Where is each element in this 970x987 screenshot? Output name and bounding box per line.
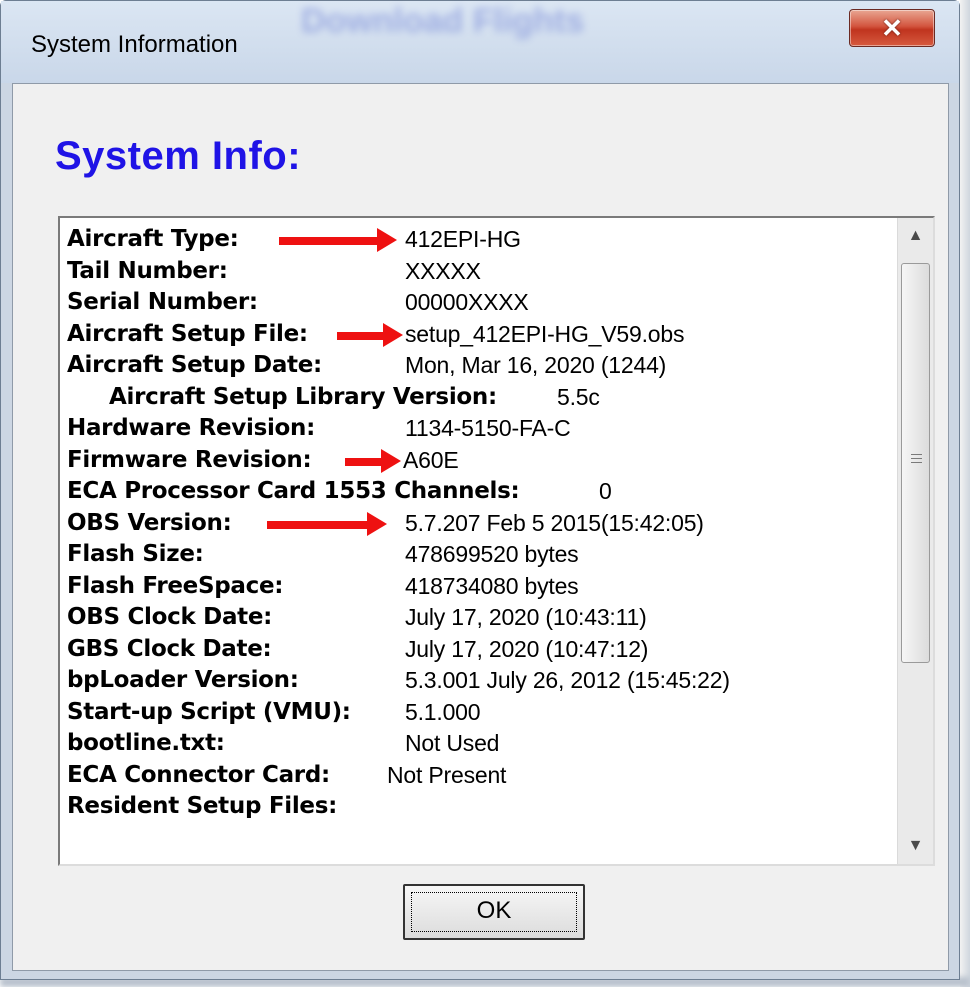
ok-button-label: OK — [476, 897, 512, 924]
info-row-label: Serial Number: — [67, 289, 258, 315]
info-row-value: 5.1.000 — [405, 698, 481, 725]
info-row-label: OBS Version: — [67, 509, 232, 536]
system-info-list: Aircraft Type: 412EPI-HG Tail Number: XXXXX… — [67, 226, 887, 825]
info-row: Tail Number: XXXXX — [67, 258, 887, 290]
info-row-label: Aircraft Setup Library Version: — [109, 383, 497, 410]
info-row-value: 418734080 bytes — [405, 572, 579, 599]
ok-button[interactable]: OK — [403, 884, 585, 940]
info-row-value: 0 — [599, 478, 612, 504]
info-row-label: ECA Processor Card 1553 Channels: — [67, 478, 520, 504]
background-window-title: Download Flights — [301, 2, 585, 40]
dialog-client-area: System Info: Aircraft Type: 412EPI-HG Tail… — [12, 83, 949, 971]
red-arrow-icon — [345, 448, 401, 473]
title-bar: Download Flights System Information ✕ — [1, 1, 959, 83]
info-row: Flash Size: 478699520 bytes — [67, 541, 887, 573]
red-arrow-icon — [337, 322, 403, 347]
info-row: Flash FreeSpace: 418734080 bytes — [67, 573, 887, 605]
info-row-value: July 17, 2020 (10:47:12) — [405, 635, 649, 662]
info-row: bpLoader Version: 5.3.001 July 26, 2012 (… — [67, 667, 887, 699]
info-row-label: Hardware Revision: — [67, 415, 316, 441]
info-row-value: Not Present — [387, 761, 507, 788]
info-row: bootline.txt: Not Used — [67, 730, 887, 762]
info-row-label: bootline.txt: — [67, 730, 225, 756]
info-row-value: July 17, 2020 (10:43:11) — [405, 604, 647, 630]
close-icon: ✕ — [881, 13, 903, 43]
info-row-label: ECA Connector Card: — [67, 761, 330, 788]
info-row-label: Flash FreeSpace: — [67, 572, 284, 599]
info-row-value: 1134-5150-FA-C — [405, 415, 571, 441]
info-row-value: Mon, Mar 16, 2020 (1244) — [405, 352, 667, 378]
down-arrow-icon: ▼ — [907, 837, 924, 854]
vertical-scrollbar[interactable]: ▲ ▼ — [897, 218, 933, 864]
info-row-value: 412EPI-HG — [405, 226, 521, 252]
info-row: GBS Clock Date: July 17, 2020 (10:47:12) — [67, 636, 887, 668]
background-window-edge — [960, 0, 970, 987]
info-row: Resident Setup Files: — [67, 793, 887, 825]
info-row: Start-up Script (VMU): 5.1.000 — [67, 699, 887, 731]
info-row-label: bpLoader Version: — [67, 667, 299, 693]
system-info-listbox[interactable]: Aircraft Type: 412EPI-HG Tail Number: XXXXX… — [58, 216, 935, 866]
info-row: Serial Number: 00000XXXX — [67, 289, 887, 321]
scroll-down-button[interactable]: ▼ — [898, 828, 933, 864]
info-row-value: 478699520 bytes — [405, 541, 579, 567]
info-row-label: Tail Number: — [67, 257, 228, 284]
info-row-label: GBS Clock Date: — [67, 635, 272, 662]
info-row: OBS Version: 5.7.207 Feb 5 2015(15:42:05) — [67, 510, 887, 542]
scroll-up-button[interactable]: ▲ — [898, 218, 933, 254]
scroll-thumb[interactable] — [901, 263, 930, 663]
grip-icon — [911, 454, 922, 466]
info-row-value: setup_412EPI-HG_V59.obs — [405, 320, 685, 347]
info-row-value: 5.5c — [557, 383, 600, 410]
info-row: Firmware Revision: A60E — [67, 447, 887, 479]
info-row-label: Aircraft Type: — [67, 226, 239, 252]
red-arrow-icon — [279, 228, 397, 252]
info-row-value: 5.7.207 Feb 5 2015(15:42:05) — [405, 509, 704, 536]
info-row-value: Not Used — [405, 730, 500, 756]
info-row-value: XXXXX — [405, 257, 481, 284]
info-row: OBS Clock Date: July 17, 2020 (10:43:11) — [67, 604, 887, 636]
info-row-value: A60E — [403, 446, 459, 473]
close-button[interactable]: ✕ — [849, 9, 935, 47]
window-title: System Information — [31, 31, 238, 58]
info-row: Hardware Revision: 1134-5150-FA-C — [67, 415, 887, 447]
info-row: Aircraft Setup Date: Mon, Mar 16, 2020 (1… — [67, 352, 887, 384]
info-row-value: 5.3.001 July 26, 2012 (15:45:22) — [405, 667, 730, 693]
info-row: ECA Connector Card: Not Present — [67, 762, 887, 794]
system-information-window: Download Flights System Information ✕ Sy… — [0, 0, 960, 980]
info-row-label: Start-up Script (VMU): — [67, 698, 351, 725]
info-row-label: OBS Clock Date: — [67, 604, 273, 630]
red-arrow-icon — [267, 511, 387, 536]
up-arrow-icon: ▲ — [907, 227, 924, 244]
info-row: Aircraft Setup File: setup_412EPI-HG_V59.… — [67, 321, 887, 353]
info-row-label: Aircraft Setup File: — [67, 320, 308, 347]
info-row-label: Aircraft Setup Date: — [67, 352, 322, 378]
info-row-label: Flash Size: — [67, 541, 204, 567]
info-row-label: Firmware Revision: — [67, 446, 312, 473]
info-row: ECA Processor Card 1553 Channels: 0 — [67, 478, 887, 510]
info-row-label: Resident Setup Files: — [67, 793, 337, 819]
info-row: Aircraft Setup Library Version: 5.5c — [67, 384, 887, 416]
info-row: Aircraft Type: 412EPI-HG — [67, 226, 887, 258]
info-row-value: 00000XXXX — [405, 289, 529, 315]
dialog-heading: System Info: — [55, 134, 302, 178]
